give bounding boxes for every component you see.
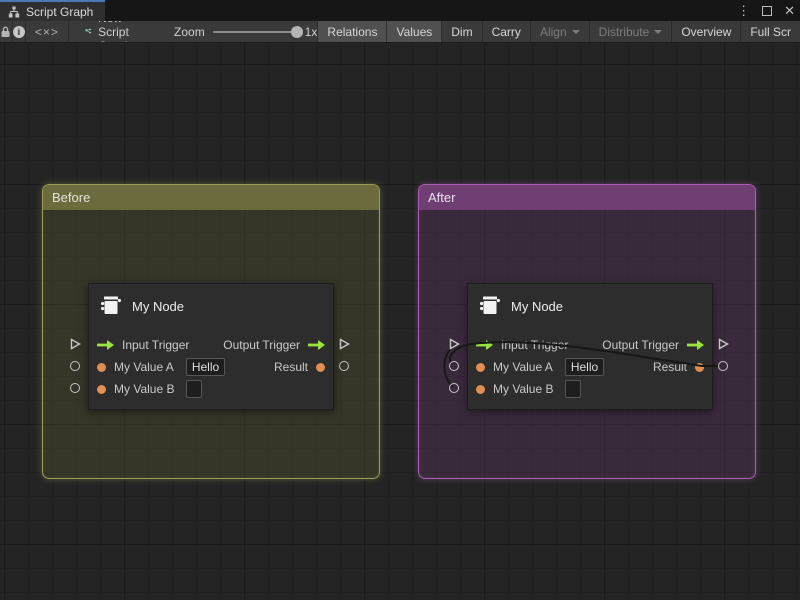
result-label: Result (274, 360, 308, 374)
info-icon: i (13, 26, 25, 38)
group-after-label: After (428, 190, 455, 205)
unit-node-icon (100, 294, 122, 318)
group-before-header[interactable]: Before (43, 185, 379, 210)
flow-input-icon[interactable] (476, 340, 493, 350)
value-b-row: My Value B (89, 378, 333, 400)
unit-node-icon (479, 294, 501, 318)
output-trigger-label: Output Trigger (223, 338, 300, 352)
ext-result-port[interactable] (339, 361, 349, 371)
zoom-label: Zoom (174, 25, 205, 39)
ext-flow-output-port[interactable] (338, 338, 350, 350)
ext-value-a-port[interactable] (449, 361, 459, 371)
ext-flow-input-port[interactable] (448, 338, 460, 350)
tab-script-graph[interactable]: Script Graph (0, 0, 105, 21)
ext-result-port[interactable] (718, 361, 728, 371)
ext-value-a-port[interactable] (70, 361, 80, 371)
graph-canvas[interactable]: Before After My Node (0, 43, 800, 600)
graph-title-area: New Script Graph (69, 21, 150, 42)
fullscreen-label: Full Scr (750, 25, 791, 39)
result-port-icon[interactable] (695, 363, 704, 372)
carry-label: Carry (492, 25, 521, 39)
node-header[interactable]: My Node (468, 284, 712, 328)
result-port-icon[interactable] (316, 363, 325, 372)
trigger-row: Input Trigger Output Trigger (468, 334, 712, 356)
relations-label: Relations (327, 25, 377, 39)
zoom-slider-handle[interactable] (291, 26, 303, 38)
relations-toggle[interactable]: Relations (317, 21, 387, 42)
value-a-label: My Value A (114, 360, 174, 374)
node-my-node-before[interactable]: My Node Input Trigger Output Trigger (88, 283, 334, 410)
flow-output-icon[interactable] (308, 340, 325, 350)
group-after-header[interactable]: After (419, 185, 755, 210)
node-title: My Node (132, 299, 184, 314)
node-ports: Input Trigger Output Trigger My Value A … (89, 334, 333, 400)
value-a-row: My Value A Hello Result (89, 356, 333, 378)
values-toggle[interactable]: Values (387, 21, 442, 42)
distribute-label: Distribute (599, 25, 650, 39)
align-label: Align (540, 25, 567, 39)
close-icon[interactable]: ✕ (784, 4, 795, 17)
window-controls: ⋮ ✕ (737, 0, 795, 21)
value-port-icon[interactable] (97, 363, 106, 372)
graph-title: New Script Graph (98, 21, 140, 43)
dim-toggle[interactable]: Dim (442, 21, 482, 42)
input-trigger-label: Input Trigger (122, 338, 189, 352)
value-b-row: My Value B (468, 378, 712, 400)
graph-toolbar: i <×> New Script Graph Zoom 1x Relations… (0, 21, 800, 43)
tab-label: Script Graph (26, 5, 93, 19)
value-a-row: My Value A Hello Result (468, 356, 712, 378)
input-trigger-label: Input Trigger (501, 338, 568, 352)
ext-flow-input-port[interactable] (69, 338, 81, 350)
group-before-label: Before (52, 190, 90, 205)
zoom-slider[interactable] (213, 31, 297, 33)
ext-flow-output-port[interactable] (717, 338, 729, 350)
align-dropdown[interactable]: Align (531, 21, 590, 42)
result-label: Result (653, 360, 687, 374)
distribute-dropdown[interactable]: Distribute (590, 21, 673, 42)
value-a-label: My Value A (493, 360, 553, 374)
value-b-input[interactable] (565, 380, 581, 398)
dim-label: Dim (451, 25, 472, 39)
ext-value-b-port[interactable] (449, 383, 459, 393)
zoom-control: Zoom 1x (150, 21, 317, 42)
values-label: Values (396, 25, 432, 39)
lock-button[interactable] (0, 21, 13, 42)
value-a-input[interactable]: Hello (565, 358, 604, 376)
value-a-input[interactable]: Hello (186, 358, 225, 376)
value-port-icon[interactable] (476, 363, 485, 372)
lock-icon (0, 26, 11, 38)
value-b-label: My Value B (114, 382, 174, 396)
node-ports: Input Trigger Output Trigger My Value A … (468, 334, 712, 400)
node-title: My Node (511, 299, 563, 314)
menu-icon[interactable]: ⋮ (737, 4, 750, 17)
chevron-down-icon (572, 30, 580, 34)
value-b-label: My Value B (493, 382, 553, 396)
value-port-icon[interactable] (97, 385, 106, 394)
code-preview-button[interactable]: <×> (26, 21, 69, 42)
maximize-icon[interactable] (762, 6, 772, 16)
flow-output-icon[interactable] (687, 340, 704, 350)
tab-bar: Script Graph ⋮ ✕ (0, 0, 800, 21)
script-graph-icon (8, 6, 20, 18)
fullscreen-button[interactable]: Full Scr (741, 21, 800, 42)
flow-input-icon[interactable] (97, 340, 114, 350)
ext-value-b-port[interactable] (70, 383, 80, 393)
inspect-button[interactable]: i (13, 21, 26, 42)
chevron-down-icon (654, 30, 662, 34)
code-icon: <×> (35, 25, 59, 39)
carry-toggle[interactable]: Carry (483, 21, 531, 42)
node-my-node-after[interactable]: My Node Input Trigger Output Trigger (467, 283, 713, 410)
script-graph-window: Script Graph ⋮ ✕ i <×> (0, 0, 800, 600)
graph-asset-icon (85, 25, 91, 38)
overview-label: Overview (681, 25, 731, 39)
value-port-icon[interactable] (476, 385, 485, 394)
trigger-row: Input Trigger Output Trigger (89, 334, 333, 356)
zoom-value: 1x (305, 25, 318, 39)
node-header[interactable]: My Node (89, 284, 333, 328)
overview-button[interactable]: Overview (672, 21, 741, 42)
value-b-input[interactable] (186, 380, 202, 398)
output-trigger-label: Output Trigger (602, 338, 679, 352)
